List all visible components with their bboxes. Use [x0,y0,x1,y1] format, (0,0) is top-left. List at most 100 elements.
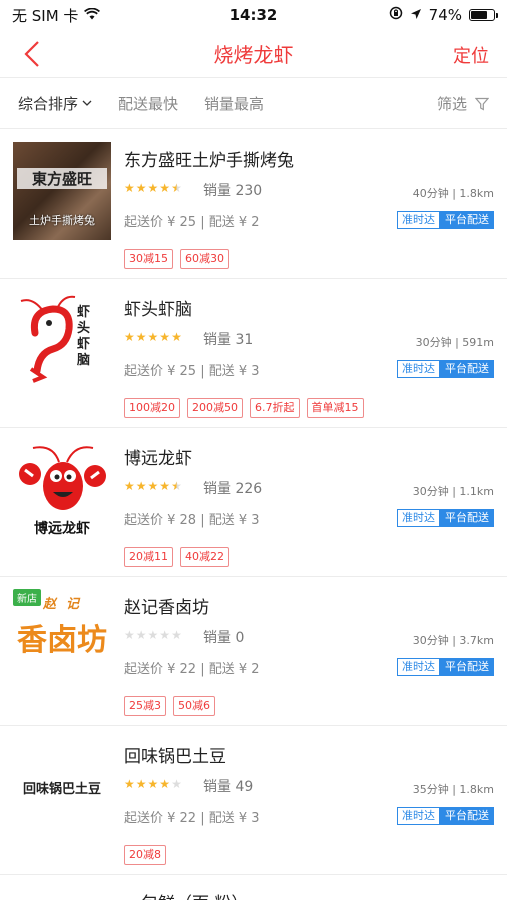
promo-tag: 40减22 [180,547,229,567]
chevron-left-icon [24,41,39,67]
sales-count: 销量 0 [203,630,245,646]
delivery-badges: 准时达 平台配送 [397,211,494,229]
promo-tag: 100减20 [124,398,180,418]
promo-tag: 60减30 [180,249,229,269]
ontime-badge: 准时达 [397,211,440,229]
star-half-icon: ★ [171,181,182,195]
location-arrow-icon [410,6,422,24]
filter-label: 筛选 [436,95,467,113]
delivery-badges: 准时达 平台配送 [397,360,494,378]
shop-item[interactable]: 虾头虾脑 虾头虾脑 ★ ★ ★ ★ ★ 销量 31 30分钟 | 591m 起送价 ¥ … [0,279,507,428]
promo-tags: 25减3 50减6 [124,696,215,716]
delivery-badges: 准时达 平台配送 [397,509,494,527]
delivery-meta: 30分钟 | 3.7km [412,634,494,647]
star-rating: ★ ★ ★ ★ ★ [124,777,182,791]
sales-count: 销量 230 [203,183,263,199]
promo-tag: 30减15 [124,249,173,269]
ontime-badge: 准时达 [397,807,440,825]
star-empty-icon: ★ [124,628,135,642]
sales-count: 销量 49 [203,779,254,795]
promo-tags: 100减20 200减50 6.7折起 首单减15 [124,398,364,418]
promo-tag: 50减6 [173,696,215,716]
battery-percent: 74% [428,6,462,24]
fee-info: 起送价 ¥ 22 | 配送 ¥ 3 [124,811,260,826]
star-full-icon: ★ [159,330,171,344]
shrimp-logo-icon [20,295,76,383]
delivery-meta: 40分钟 | 1.8km [412,187,494,200]
star-rating: ★ ★ ★ ★ ★ [124,181,182,195]
sort-bestselling[interactable]: 销量最高 [204,93,264,114]
star-full-icon: ★ [124,181,135,195]
fee-info: 起送价 ¥ 25 | 配送 ¥ 2 [124,215,260,230]
delivery-meta: 35分钟 | 1.8km [412,783,494,796]
filter-button[interactable]: 筛选 [437,93,489,114]
shop-item[interactable]: 新店 赵记 香卤坊 赵记香卤坊 ★ ★ ★ ★ ★ 销量 0 30分钟 | 3.7km … [0,577,507,726]
nav-bar: 烧烤龙虾 定位 [0,30,507,78]
shop-logo: 虾头虾脑 [13,291,111,389]
star-full-icon: ★ [124,777,135,791]
sales-count: 销量 226 [203,481,263,497]
star-full-icon: ★ [171,330,182,344]
carrier-label: 无 SIM 卡 [12,6,79,25]
star-full-icon: ★ [135,330,147,344]
sales-count: 销量 31 [203,332,254,348]
battery-level [471,11,488,19]
star-empty-icon: ★ [147,628,159,642]
fee-info: 起送价 ¥ 22 | 配送 ¥ 2 [124,662,260,677]
platform-badge: 平台配送 [440,807,494,825]
shop-name: 博远龙虾 [124,449,192,469]
filter-icon [475,97,489,111]
promo-tag: 20减11 [124,547,173,567]
delivery-badges: 准时达 平台配送 [397,658,494,676]
shop-item[interactable]: 回味锅巴土豆 回味锅巴土豆 ★ ★ ★ ★ ★ 销量 49 35分钟 | 1.8km 起… [0,726,507,875]
shop-name: 回味锅巴土豆 [124,747,226,767]
shop-name: 虾头虾脑 [124,300,192,320]
promo-tag: 6.7折起 [250,398,300,418]
platform-badge: 平台配送 [440,658,494,676]
promo-tag: 首单减15 [306,398,364,418]
platform-badge: 平台配送 [440,360,494,378]
ontime-badge: 准时达 [397,658,440,676]
logo-text-bottom: 土炉手撕烤兔 [29,214,95,227]
star-full-icon: ★ [135,777,147,791]
chevron-down-icon [82,100,92,106]
star-empty-icon: ★ [159,628,171,642]
platform-badge: 平台配送 [440,211,494,229]
status-bar: 无 SIM 卡 14:32 74% [0,0,507,30]
back-button[interactable] [14,36,50,72]
promo-tag: 20减8 [124,845,166,865]
star-full-icon: ★ [159,777,171,791]
status-right: 74% [389,6,498,24]
star-empty-icon: ★ [135,628,147,642]
ontime-badge: 准时达 [397,360,440,378]
logo-text: 博远龙虾 [34,521,90,537]
shop-logo: 東方盛旺 土炉手撕烤兔 [13,142,111,240]
shop-item[interactable]: 一包鲜（面·粉） [0,875,507,900]
star-empty-icon: ★ [171,628,182,642]
page-title: 烧烤龙虾 [213,43,294,67]
star-half-icon: ★ [171,479,182,493]
shop-item[interactable]: 東方盛旺 土炉手撕烤兔 东方盛旺土炉手撕烤兔 ★ ★ ★ ★ ★ 销量 230 40分钟… [0,130,507,279]
shop-logo: 博远龙虾 [13,440,111,538]
shop-item[interactable]: 博远龙虾 博远龙虾 ★ ★ ★ ★ ★ 销量 226 30分钟 | 1.1km 起送价 … [0,428,507,577]
shop-name: 赵记香卤坊 [124,598,209,618]
logo-text-top: 赵记 [43,597,90,612]
star-full-icon: ★ [159,181,171,195]
star-full-icon: ★ [135,181,147,195]
sort-fastest[interactable]: 配送最快 [118,93,178,114]
platform-badge: 平台配送 [440,509,494,527]
locate-button[interactable]: 定位 [453,42,489,68]
promo-tag: 200减50 [187,398,243,418]
logo-text: 回味锅巴土豆 [22,782,101,797]
logo-text: 香卤坊 [17,623,107,658]
shop-logo: 新店 赵记 香卤坊 [13,589,111,687]
sort-comprehensive[interactable]: 综合排序 [18,93,92,114]
delivery-badges: 准时达 平台配送 [397,807,494,825]
star-rating: ★ ★ ★ ★ ★ [124,628,182,642]
star-full-icon: ★ [147,330,159,344]
logo-text-top: 東方盛旺 [17,168,107,189]
status-left: 无 SIM 卡 [12,5,101,26]
shop-list: 東方盛旺 土炉手撕烤兔 东方盛旺土炉手撕烤兔 ★ ★ ★ ★ ★ 销量 230 40分钟… [0,130,507,900]
ontime-badge: 准时达 [397,509,440,527]
sort-bar: 综合排序 配送最快 销量最高 筛选 [0,79,507,129]
